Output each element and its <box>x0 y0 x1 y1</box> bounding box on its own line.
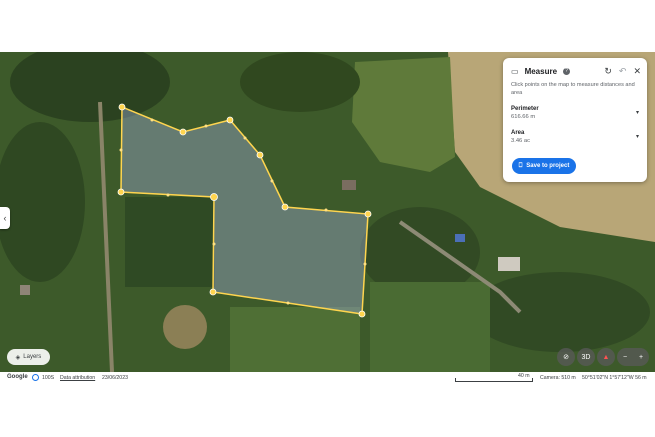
data-attribution-link[interactable]: Data attribution <box>60 375 95 381</box>
chevron-left-icon: ‹ <box>3 213 7 223</box>
compass-button[interactable]: ▲ <box>597 348 615 366</box>
coordinates: 50°51'02"N 1°57'12"W 56 m <box>582 375 647 381</box>
zoom-controls: − + <box>617 348 649 366</box>
imagery-icon <box>32 374 39 381</box>
ruler-icon: ▭ <box>511 66 519 76</box>
perimeter-label: Perimeter <box>511 106 539 112</box>
area-label: Area <box>511 130 525 136</box>
camera-altitude: Camera: 510 m <box>540 375 576 381</box>
eye-off-icon: ⊘ <box>563 354 569 361</box>
scale-label: 40 m <box>518 373 530 379</box>
help-icon[interactable]: ? <box>563 67 571 75</box>
zoom-in-button[interactable]: + <box>639 354 643 361</box>
measure-header: ▭ Measure ? ↻ ↶ ✕ <box>511 64 641 78</box>
close-icon[interactable]: ✕ <box>633 66 641 77</box>
measure-description: Click points on the map to measure dista… <box>511 82 635 96</box>
measure-title: Measure <box>524 66 558 76</box>
imagery-year: 100S <box>42 375 55 381</box>
area-value: 3.46 ac <box>511 138 531 144</box>
layers-button[interactable]: ◈ Layers <box>7 349 50 365</box>
chevron-down-icon[interactable]: ▾ <box>636 109 639 116</box>
area-row[interactable]: Area 3.46 ac ▾ <box>511 130 639 144</box>
google-logo: Google <box>7 374 28 380</box>
side-panel-toggle[interactable]: ‹ <box>0 207 10 229</box>
perimeter-row[interactable]: Perimeter 616.66 m ▾ <box>511 106 639 120</box>
zoom-out-button[interactable]: − <box>623 354 627 361</box>
view-3d-button[interactable]: 3D <box>577 348 595 366</box>
layers-icon: ◈ <box>15 354 21 361</box>
perimeter-value: 616.66 m <box>511 114 536 120</box>
imagery-date: 23/06/2023 <box>102 375 128 381</box>
hide-imagery-button[interactable]: ⊘ <box>557 348 575 366</box>
measure-panel: ▭ Measure ? ↻ ↶ ✕ Click points on the ma… <box>503 58 647 182</box>
footer-bar: Google 100S Data attribution 23/06/2023 … <box>0 372 655 384</box>
bookmark-icon: ⎕ <box>518 162 523 169</box>
save-label: Save to project <box>526 163 570 169</box>
refresh-icon[interactable]: ↻ <box>604 66 612 77</box>
chevron-down-icon[interactable]: ▾ <box>636 133 639 140</box>
compass-icon: ▲ <box>602 353 610 361</box>
save-to-project-button[interactable]: ⎕ Save to project <box>512 158 576 174</box>
undo-icon[interactable]: ↶ <box>619 66 627 77</box>
layers-label: Layers <box>23 354 42 360</box>
view-3d-label: 3D <box>581 353 591 361</box>
